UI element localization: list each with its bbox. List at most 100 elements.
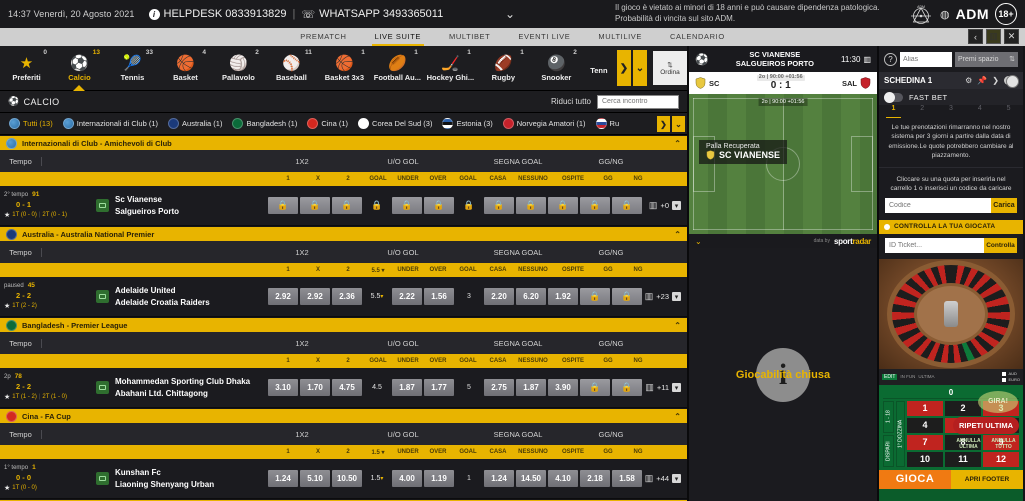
odd-nessuno[interactable]: 14.50 <box>516 470 546 487</box>
sport-rugby[interactable]: 1 🏈 Rugby <box>477 46 530 90</box>
nav-close-button[interactable]: ✕ <box>1004 29 1019 44</box>
odd-2[interactable]: 4.75 <box>332 379 362 396</box>
collapse-caret-icon[interactable]: ⌃ <box>674 412 681 421</box>
statistics-icon[interactable]: ▥ <box>645 382 654 393</box>
controlla-button[interactable]: Controlla <box>984 237 1017 253</box>
nav-layout-button[interactable]: ▥ <box>986 29 1001 44</box>
chip-internazionali-di-club[interactable]: Internazionali di Club (1) <box>58 118 163 129</box>
roulette-number[interactable]: 11 <box>945 451 981 467</box>
odd-1[interactable]: 🔒 <box>268 197 298 214</box>
fast-bet-row[interactable]: FAST BET <box>879 89 1023 105</box>
sport-tennis[interactable]: 33 🎾 Tennis <box>106 46 159 90</box>
league-header-australia[interactable]: Australia - Australia National Premier ⌃ <box>0 226 687 241</box>
sport-preferiti[interactable]: 0 ★ Preferiti <box>0 46 53 90</box>
cart-tab-3[interactable]: 3 <box>937 105 966 118</box>
collapse-caret-icon[interactable]: ⌃ <box>674 230 681 239</box>
odd-ospite[interactable]: 4.10 <box>548 470 578 487</box>
tv-stream-icon[interactable] <box>96 472 109 485</box>
riduci-tutto-button[interactable]: Riduci tutto <box>551 97 591 106</box>
chip-russia[interactable]: Ru <box>591 118 625 129</box>
odd-x[interactable]: 1.70 <box>300 379 330 396</box>
nav-tab-multibet[interactable]: MULTIBET <box>449 32 490 42</box>
collapse-caret-icon[interactable]: ⌃ <box>674 321 681 330</box>
bet-prima-dozzina[interactable]: 1° DOZZINA <box>896 400 905 467</box>
tv-stream-icon[interactable] <box>96 381 109 394</box>
odd-x[interactable]: 5.10 <box>300 470 330 487</box>
bet-dispari[interactable]: DISPARI <box>883 434 894 467</box>
league-header-cina[interactable]: Cina - FA Cup ⌃ <box>0 408 687 423</box>
tv-stream-icon[interactable] <box>96 199 109 212</box>
collapse-caret-icon[interactable]: ⌃ <box>674 139 681 148</box>
sport-hockey-ghiaccio[interactable]: 1 🏒 Hockey Ghi... <box>424 46 477 90</box>
ticket-id-input[interactable] <box>885 237 984 253</box>
chip-norvegia-amatori[interactable]: Norvegia Amatori (1) <box>498 118 591 129</box>
favorite-star-icon[interactable]: ★ <box>4 211 10 220</box>
live-pitch-animation[interactable]: 2o | 90:00 +01:56 Palla Recuperata SC VI… <box>689 94 877 234</box>
odd-ng[interactable]: 🔒 <box>612 288 642 305</box>
chip-australia[interactable]: Australia (1) <box>163 118 227 129</box>
events-list[interactable]: Internazionali di Club - Amichevoli di C… <box>0 135 687 501</box>
roulette-number[interactable]: 4 <box>907 417 943 433</box>
sport-calcio[interactable]: 13 ⚽ Calcio <box>53 46 106 91</box>
roulette-number[interactable]: 7 <box>907 434 943 450</box>
sport-football-australiano[interactable]: 1 🏉 Football Au... <box>371 46 424 90</box>
odd-over[interactable]: 🔒 <box>424 197 454 214</box>
sport-tennis-tavolo[interactable]: Tenn <box>583 46 615 90</box>
expand-markets-icon[interactable]: ▾ <box>672 292 681 301</box>
expand-markets-icon[interactable]: ▾ <box>672 383 681 392</box>
chip-estonia[interactable]: Estonia (3) <box>437 118 497 129</box>
topbar-expand-chevron-icon[interactable]: ⌄ <box>505 7 515 21</box>
odd-under[interactable]: 🔒 <box>392 197 422 214</box>
favorite-star-icon[interactable]: ★ <box>4 484 10 493</box>
gioca-button[interactable]: GIOCA <box>879 469 951 489</box>
gear-icon[interactable]: ⚙ <box>965 76 972 85</box>
nav-tab-multilive[interactable]: MULTILIVE <box>598 32 642 42</box>
odd-gg[interactable]: 🔒 <box>580 288 610 305</box>
fast-bet-switch[interactable] <box>884 91 903 103</box>
uo-handicap-selector[interactable]: 1.5▾ <box>363 475 391 482</box>
sport-baseball[interactable]: 11 ⚾ Baseball <box>265 46 318 90</box>
bet-1-18[interactable]: 1 - 18 <box>883 400 894 433</box>
odd-gg[interactable]: 2.18 <box>580 470 610 487</box>
help-icon[interactable]: ? <box>884 52 897 66</box>
odd-casa[interactable]: 1.24 <box>484 470 514 487</box>
gira-button[interactable]: GIRA! <box>978 390 1018 413</box>
odd-1[interactable]: 3.10 <box>268 379 298 396</box>
sport-basket-3x3[interactable]: 1 🏀 Basket 3x3 <box>318 46 371 90</box>
apri-footer-button[interactable]: APRI FOOTER <box>951 469 1023 489</box>
odd-casa[interactable]: 2.75 <box>484 379 514 396</box>
odd-casa[interactable]: 2.20 <box>484 288 514 305</box>
odd-over[interactable]: 1.56 <box>424 288 454 305</box>
code-input[interactable] <box>885 197 991 213</box>
odd-ng[interactable]: 1.58 <box>612 470 642 487</box>
odd-under[interactable]: 1.87 <box>392 379 422 396</box>
cart-tab-5[interactable]: 5 <box>994 105 1023 118</box>
odd-gg[interactable]: 🔒 <box>580 197 610 214</box>
chip-bangladesh[interactable]: Bangladesh (1) <box>227 118 302 129</box>
sport-pallavolo[interactable]: 2 🏐 Pallavolo <box>212 46 265 90</box>
ordina-button[interactable]: ⇅ Ordina <box>653 51 687 85</box>
annulla-tutto-button[interactable]: ANNULLA TUTTO <box>988 438 1019 450</box>
favorite-star-icon[interactable]: ★ <box>4 302 10 311</box>
sports-expand-arrow-icon[interactable]: ⌄ <box>633 50 647 86</box>
nav-tab-live-suite[interactable]: LIVE SUITE <box>371 32 425 46</box>
uo-handicap-selector[interactable]: 5.5▾ <box>363 293 391 300</box>
odd-ospite[interactable]: 1.92 <box>548 288 578 305</box>
carica-button[interactable]: Carica <box>991 197 1017 213</box>
chip-cina[interactable]: Cina (1) <box>302 118 353 129</box>
odd-nessuno[interactable]: 🔒 <box>516 197 546 214</box>
search-input[interactable] <box>597 94 679 109</box>
league-header-bangladesh[interactable]: Bangladesh - Premier League ⌃ <box>0 317 687 332</box>
roulette-number[interactable]: 12 <box>983 451 1019 467</box>
statistics-icon[interactable]: ▥ <box>863 55 871 64</box>
odd-2[interactable]: 2.36 <box>332 288 362 305</box>
odd-casa[interactable]: 🔒 <box>484 197 514 214</box>
match-row[interactable]: 2p 78 2 - 2 ★ 1T (1 - 2) | 2T (1 - 0) Mo… <box>0 368 687 408</box>
roulette-number[interactable]: 2 <box>945 400 981 416</box>
odd-gg[interactable]: 🔒 <box>580 379 610 396</box>
tv-stream-icon[interactable] <box>96 290 109 303</box>
nav-back-button[interactable]: ‹ <box>968 29 983 44</box>
sports-next-arrow-icon[interactable]: ❯ <box>617 50 631 86</box>
annulla-ultima-button[interactable]: ANNULLA ULTIMA <box>953 438 984 450</box>
match-row[interactable]: paused 45 2 - 2 ★ 1T (2 - 2) Adelaide Un… <box>0 277 687 317</box>
